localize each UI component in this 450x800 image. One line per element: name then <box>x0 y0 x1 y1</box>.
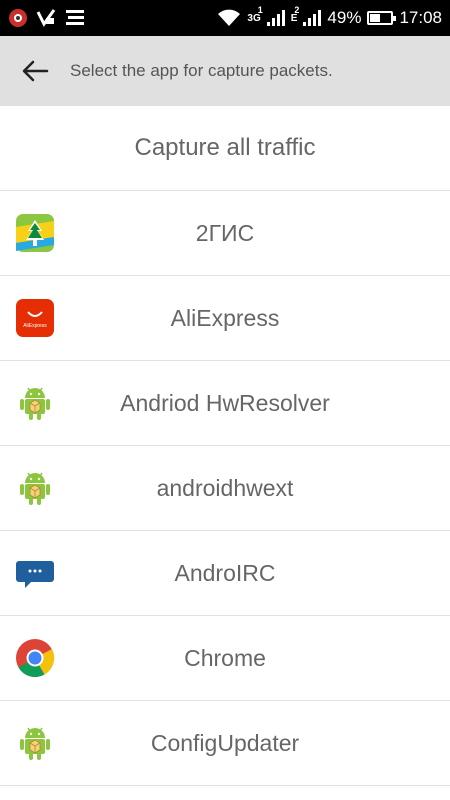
battery-percent: 49% <box>327 8 362 27</box>
app-name: AndroIRC <box>174 559 276 586</box>
signal-2-icon <box>303 10 322 26</box>
notification-icons <box>8 8 86 28</box>
android-icon <box>15 723 55 763</box>
signal-1-icon <box>266 10 285 26</box>
list-item-androidhwext[interactable]: androidhwext <box>0 446 450 531</box>
checkmark-notification-icon <box>36 8 56 28</box>
clock: 17:08 <box>399 8 442 27</box>
list-item-2gis[interactable]: 2ГИС <box>0 191 450 276</box>
network-2-label: E2 <box>290 4 300 24</box>
2gis-icon <box>15 213 55 253</box>
network-1-label: 3G 1 <box>247 4 263 24</box>
list-item-aliexpress[interactable]: AliExpress AliExpress <box>0 276 450 361</box>
status-bar: 3G 1 E2 49% 17:08 <box>0 0 450 36</box>
page-title: Select the app for capture packets. <box>70 61 333 80</box>
chrome-icon <box>15 638 55 678</box>
capture-all-label: Capture all traffic <box>134 134 316 161</box>
capture-all-traffic-button[interactable]: Capture all traffic <box>0 106 450 191</box>
aliexpress-icon-text: AliExpress <box>23 323 47 329</box>
app-name: ConfigUpdater <box>150 729 300 756</box>
app-notification-icon <box>8 8 28 28</box>
androirc-icon <box>15 553 55 593</box>
list-item-chrome[interactable]: Chrome <box>0 616 450 701</box>
app-list: Capture all traffic 2ГИС AliExpress AliE… <box>0 106 450 786</box>
app-name: 2ГИС <box>195 219 255 246</box>
app-name: Chrome <box>184 644 266 671</box>
list-item-configupdater[interactable]: ConfigUpdater <box>0 701 450 786</box>
stack-notification-icon <box>64 8 86 28</box>
app-name: Andriod HwResolver <box>120 389 330 416</box>
system-icons: 3G 1 E2 49% 17:08 <box>217 4 442 28</box>
app-name: androidhwext <box>156 474 294 501</box>
app-bar: Select the app for capture packets. <box>0 36 450 106</box>
aliexpress-icon: AliExpress <box>15 298 55 338</box>
android-icon <box>15 468 55 508</box>
list-item-androirc[interactable]: AndroIRC <box>0 531 450 616</box>
back-button[interactable] <box>0 36 70 106</box>
battery-icon <box>367 11 397 25</box>
wifi-icon <box>217 9 241 27</box>
list-item-andriod-hwresolver[interactable]: Andriod HwResolver <box>0 361 450 446</box>
android-icon <box>15 383 55 423</box>
arrow-left-icon <box>22 60 49 82</box>
app-name: AliExpress <box>170 304 280 331</box>
